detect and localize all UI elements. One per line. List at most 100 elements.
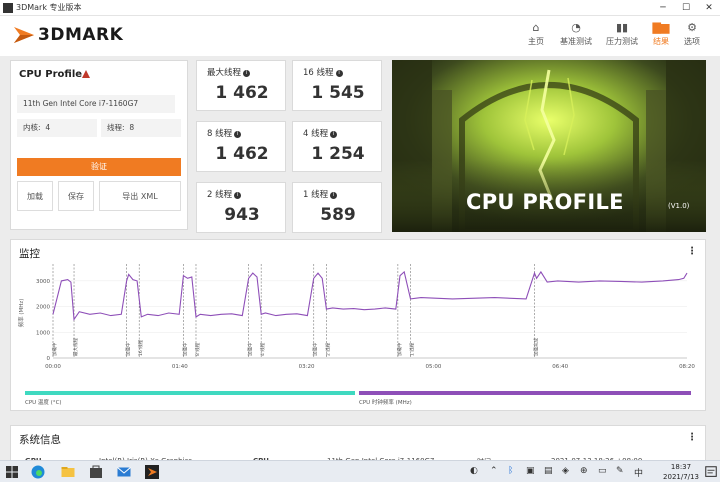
score-value: 1 254	[311, 144, 365, 164]
banner-version: (V1.0)	[668, 202, 690, 210]
system-info-panel: 系统信息 ⋮ GPU Intel(R) Iris(R) Xe Graphics …	[10, 425, 706, 466]
banner-title: CPU PROFILE	[466, 190, 624, 214]
save-button[interactable]: 保存	[58, 181, 94, 211]
file-explorer-icon[interactable]	[60, 464, 76, 480]
cpu-name-field: 11th Gen Intel Core i7-1160G7	[17, 95, 175, 113]
phase-marker-label: 加载中	[396, 342, 403, 356]
security-tray-icon[interactable]: ◈	[562, 466, 569, 476]
score-card-2-threads: 2 线程 i 943	[196, 182, 286, 233]
more-options-icon[interactable]: ⋮	[687, 432, 697, 443]
app-icon	[3, 3, 13, 13]
mail-icon[interactable]	[116, 464, 132, 480]
taskbar: ◐ ⌃ ᛒ ▣ ▤ ◈ ⊕ ▭ ✎ 中 18:37 2021/7/13	[0, 460, 720, 482]
nav-results[interactable]: ▇▆ 结果	[648, 20, 674, 52]
title-bar: 3DMark 专业版本 ─ ☐ ✕	[0, 0, 720, 16]
cpu-clock-series-line	[52, 270, 688, 321]
tray-overflow-icon[interactable]: ⌃	[490, 466, 498, 476]
info-icon[interactable]: i	[234, 192, 242, 199]
legend-bar-clock	[359, 391, 691, 395]
edge-browser-icon[interactable]	[30, 464, 46, 480]
info-icon[interactable]: i	[243, 70, 251, 77]
logo-text: 3DMARK	[38, 25, 124, 45]
nav-options[interactable]: ⚙ 选项	[680, 20, 704, 52]
battery-icon[interactable]: ▭	[598, 466, 607, 476]
load-button[interactable]: 加载	[17, 181, 53, 211]
x-tick-label: 06:40	[552, 364, 568, 370]
cpu-profile-card: CPU Profile 11th Gen Intel Core i7-1160G…	[10, 60, 188, 230]
y-tick-label: 2000	[36, 305, 50, 311]
chat-tray-icon[interactable]: ▤	[544, 466, 553, 476]
phase-marker-label: 4 线程	[259, 342, 266, 356]
app-tray-icon[interactable]: ▣	[526, 466, 535, 476]
info-icon[interactable]: i	[330, 131, 338, 138]
phase-marker-label: 加载中	[125, 342, 132, 356]
phase-marker-label: 最大线程	[72, 338, 79, 356]
monitor-title: 监控	[19, 248, 40, 260]
store-icon[interactable]	[88, 464, 104, 480]
nav-home[interactable]: ⌂ 主页	[522, 20, 550, 52]
x-tick-label: 03:20	[299, 364, 315, 370]
info-icon[interactable]: i	[335, 70, 343, 77]
score-value: 943	[224, 205, 260, 225]
taskbar-clock[interactable]: 18:37 2021/7/13	[656, 462, 706, 482]
y-axis-label: 频率 (MHz)	[17, 299, 25, 328]
bar-chart-icon: ▮▮	[615, 21, 629, 34]
score-value: 1 462	[215, 83, 269, 103]
score-card-4-threads: 4 线程 i 1 254	[292, 121, 382, 172]
results-icon: ▇▆	[652, 21, 670, 34]
y-tick-label: 3000	[36, 279, 50, 285]
maximize-button[interactable]: ☐	[675, 0, 697, 16]
ime-indicator[interactable]: 中	[634, 466, 643, 479]
monitor-chart: 频率 (MHz) 0 1000 2000 3000 00:00 01:40 03:20 05:0…	[17, 264, 695, 370]
x-tick-label: 00:00	[45, 364, 61, 370]
window-title: 3DMark 专业版本	[16, 3, 82, 12]
nav-stress-tests[interactable]: ▮▮ 压力测试	[602, 20, 642, 52]
cpu-profile-title: CPU Profile	[19, 69, 83, 80]
phase-marker-label: 加载中	[51, 342, 58, 356]
windows-start-icon[interactable]	[4, 464, 20, 480]
score-value: 1 462	[215, 144, 269, 164]
phase-marker-label: 加载中	[312, 342, 319, 356]
y-tick-label: 0	[47, 356, 51, 362]
notification-icon[interactable]	[704, 465, 718, 479]
info-icon[interactable]: i	[234, 131, 242, 138]
pen-icon[interactable]: ✎	[616, 466, 624, 476]
home-icon: ⌂	[532, 21, 540, 34]
legend-bar-temperature	[25, 391, 355, 395]
close-button[interactable]: ✕	[698, 0, 720, 16]
network-globe-icon[interactable]: ⊕	[580, 466, 588, 476]
x-tick-label: 08:20	[679, 364, 695, 370]
system-info-title: 系统信息	[19, 434, 61, 446]
main-content: CPU Profile 11th Gen Intel Core i7-1160G…	[0, 56, 720, 466]
bluetooth-icon[interactable]: ᛒ	[508, 466, 513, 476]
3dmark-taskbar-icon[interactable]	[144, 464, 160, 480]
x-tick-label: 01:40	[172, 364, 188, 370]
legend-label-temperature: CPU 温度 (°C)	[25, 400, 62, 406]
info-icon[interactable]: i	[330, 192, 338, 199]
nav-benchmarks[interactable]: ◔ 基准测试	[556, 20, 596, 52]
verify-button[interactable]: 验证	[17, 158, 181, 176]
gear-icon: ⚙	[687, 21, 697, 34]
threads-field: 线程: 8	[101, 119, 181, 137]
score-card-16-threads: 16 线程 i 1 545	[292, 60, 382, 111]
copilot-tray-icon[interactable]: ◐	[470, 466, 478, 476]
3dmark-logo-icon	[14, 27, 34, 43]
score-value: 1 545	[311, 83, 365, 103]
phase-marker-label: 2 线程	[324, 342, 331, 356]
cores-field: 内核: 4	[17, 119, 97, 137]
score-value: 589	[320, 205, 356, 225]
phase-marker-label: 8 线程	[194, 342, 201, 356]
warning-icon	[82, 70, 90, 78]
phase-marker-label: 加载中	[247, 342, 254, 356]
app-header: 3DMARK ⌂ 主页 ◔ 基准测试 ▮▮ 压力测试 ▇▆ 结果 ⚙ 选项	[0, 16, 720, 56]
more-options-icon[interactable]: ⋮	[687, 246, 697, 257]
cpu-profile-banner: CPU PROFILE (V1.0)	[392, 60, 706, 232]
phase-marker-label: 1 线程	[408, 342, 415, 356]
legend-label-clock: CPU 时钟频率 (MHz)	[359, 400, 412, 406]
phase-marker-label: 加载中	[181, 342, 188, 356]
phase-marker-label: 16 线程	[137, 339, 144, 356]
x-tick-label: 05:00	[425, 364, 441, 370]
export-xml-button[interactable]: 导出 XML	[99, 181, 181, 211]
monitor-panel: 监控 ⋮ 频率 (MHz) 0 1000 2000 3000 00:00 01:40 03:2…	[10, 239, 706, 411]
minimize-button[interactable]: ─	[652, 0, 674, 16]
